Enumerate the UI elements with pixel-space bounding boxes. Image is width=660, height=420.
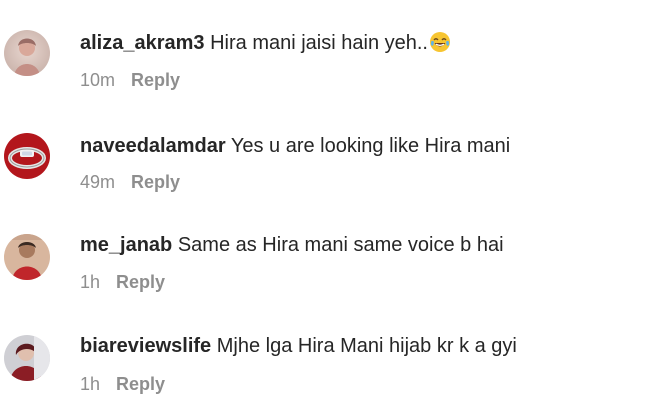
reply-button[interactable]: Reply [131, 171, 180, 193]
comment-body: biareviewslife Mjhe lga Hira Mani hijab … [80, 333, 517, 359]
comment-body: naveedalamdar Yes u are looking like Hir… [80, 133, 510, 159]
timestamp: 1h [80, 272, 101, 292]
timestamp: 49m [80, 172, 116, 192]
username-link[interactable]: biareviewslife [80, 335, 211, 357]
reply-button[interactable]: Reply [116, 271, 165, 293]
username-link[interactable]: me_janab [80, 234, 172, 256]
comment-text: Mjhe lga Hira Mani hijab kr k a gyi [216, 335, 517, 357]
comment-list: aliza_akram3 Hira mani jaisi hain yeh.. … [0, 0, 660, 420]
user-avatar-icon[interactable] [4, 335, 50, 381]
comment-meta: 49m Reply [80, 171, 180, 193]
comment-meta: 1h Reply [80, 373, 165, 395]
comment-meta: 1h Reply [80, 271, 165, 293]
user-avatar-icon[interactable] [4, 234, 50, 280]
comment-body: me_janab Same as Hira mani same voice b … [80, 232, 504, 258]
ring-avatar-photo-icon [4, 133, 50, 179]
avatar-photo-me-janab [4, 234, 50, 280]
comment-text: Yes u are looking like Hira mani [230, 135, 511, 157]
reply-button[interactable]: Reply [116, 373, 165, 395]
avatar-photo-biareviewslife [4, 335, 50, 381]
timestamp: 1h [80, 374, 101, 394]
username-link[interactable]: naveedalamdar [80, 135, 226, 157]
comment-item: biareviewslife Mjhe lga Hira Mani hijab … [0, 0, 660, 394]
user-avatar-icon[interactable] [4, 133, 50, 179]
comment-text: Same as Hira mani same voice b hai [177, 234, 504, 256]
